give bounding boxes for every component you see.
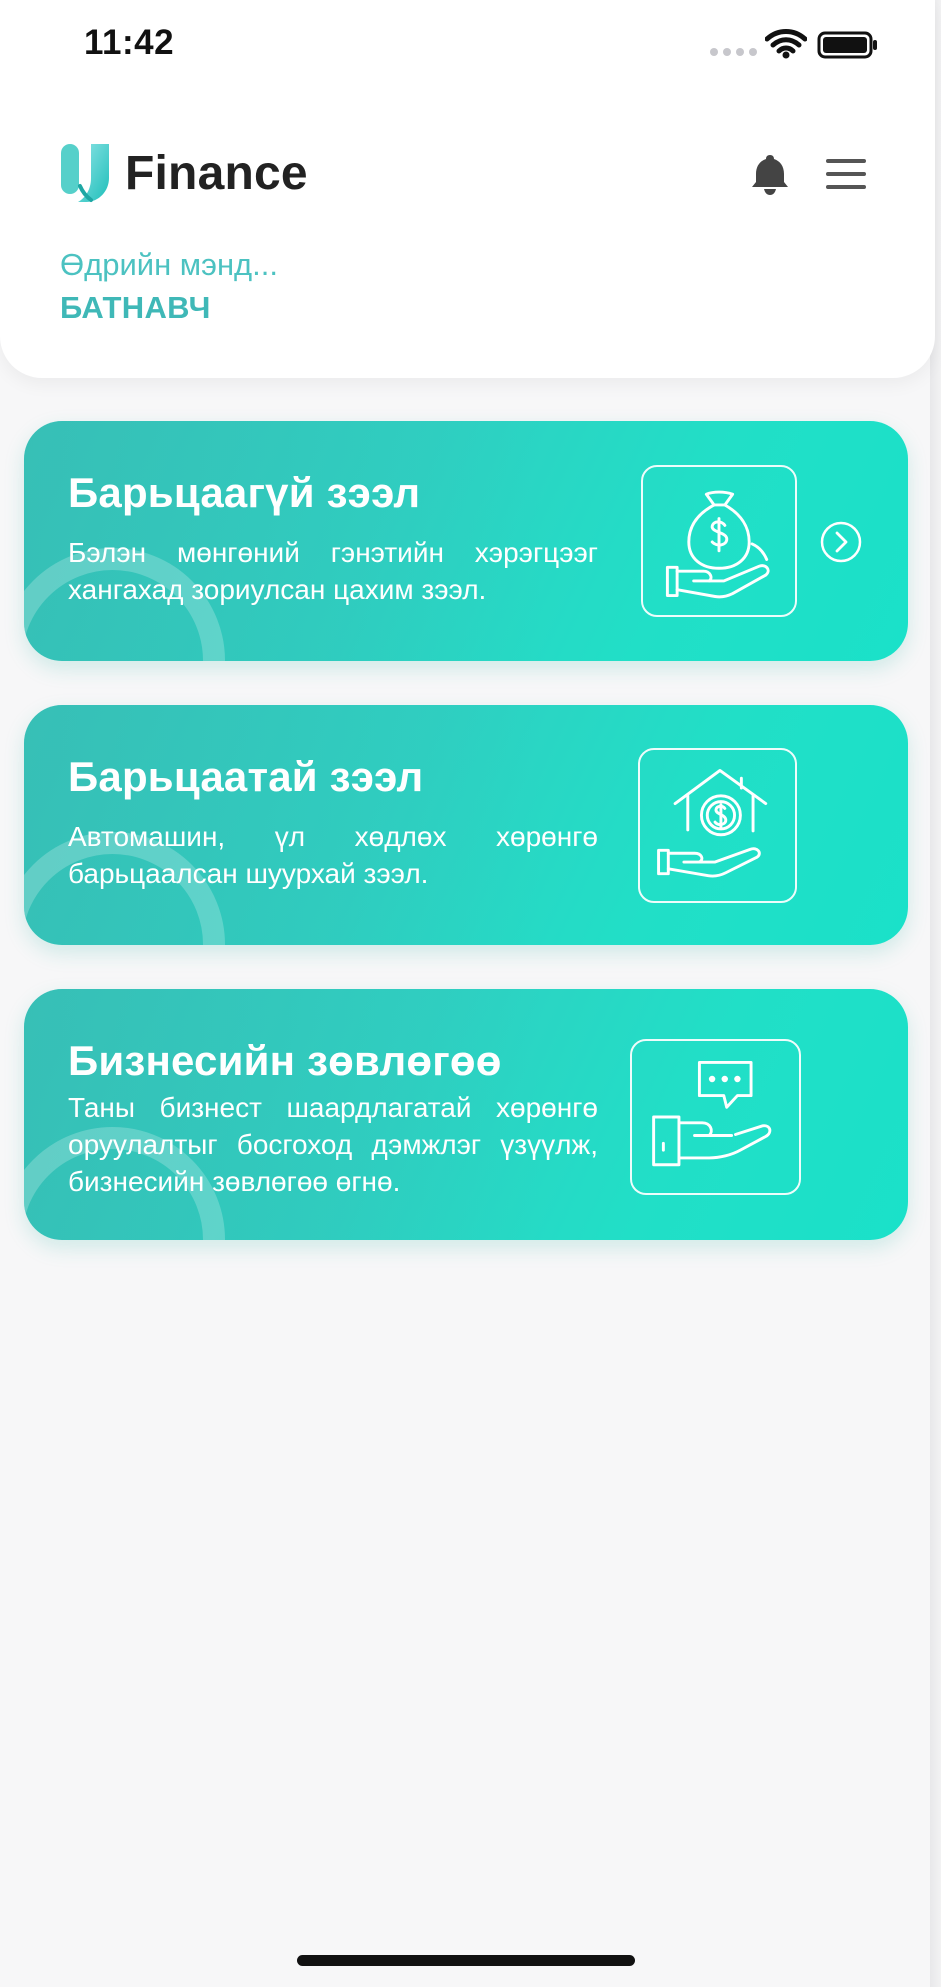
greeting-text: Өдрийн мэнд... (60, 247, 278, 282)
wifi-icon (765, 29, 807, 59)
card-description: Автомашин, үл хөдлөх хөрөнгө барьцаалсан… (68, 821, 598, 889)
card-title: Барьцаатай зээл (68, 753, 424, 800)
user-name: БАТНАВЧ (60, 290, 211, 325)
money-bag-hand-icon (641, 465, 797, 617)
app-logo: Finance (58, 142, 308, 204)
card-title: Бизнесийн зөвлөгөө (68, 1037, 502, 1084)
business-consulting-card[interactable]: Бизнесийн зөвлөгөө Таны бизнест шаардлаг… (24, 989, 908, 1240)
home-indicator[interactable] (297, 1955, 635, 1966)
app-header: 11:42 Finance Өдрийн мэнд... БАТНАВЧ (0, 0, 935, 378)
house-coin-hand-icon (638, 748, 797, 903)
card-title: Барьцаагүй зээл (68, 469, 421, 516)
phone-screen: 11:42 Finance Өдрийн мэнд... БАТНАВЧ Бар… (0, 0, 941, 1987)
consultation-hand-icon (630, 1039, 801, 1195)
menu-icon[interactable] (824, 157, 868, 191)
bell-icon[interactable] (749, 151, 791, 196)
cellular-signal-icon (710, 48, 757, 56)
battery-icon (817, 31, 877, 59)
card-description: Бэлэн мөнгөний гэнэтийн хэрэгцээг хангах… (68, 537, 598, 605)
card-description: Таны бизнест шаардлагатай хөрөнгө оруула… (68, 1092, 598, 1197)
secured-loan-card[interactable]: Барьцаатай зээл Автомашин, үл хөдлөх хөр… (24, 705, 908, 945)
app-name: Finance (125, 146, 308, 200)
finance-logo-icon (61, 144, 109, 202)
unsecured-loan-card[interactable]: Барьцаагүй зээл Бэлэн мөнгөний гэнэтийн … (24, 421, 908, 661)
status-bar: 11:42 (0, 0, 935, 90)
chevron-right-circle-icon[interactable] (819, 520, 863, 564)
status-time: 11:42 (84, 23, 175, 62)
